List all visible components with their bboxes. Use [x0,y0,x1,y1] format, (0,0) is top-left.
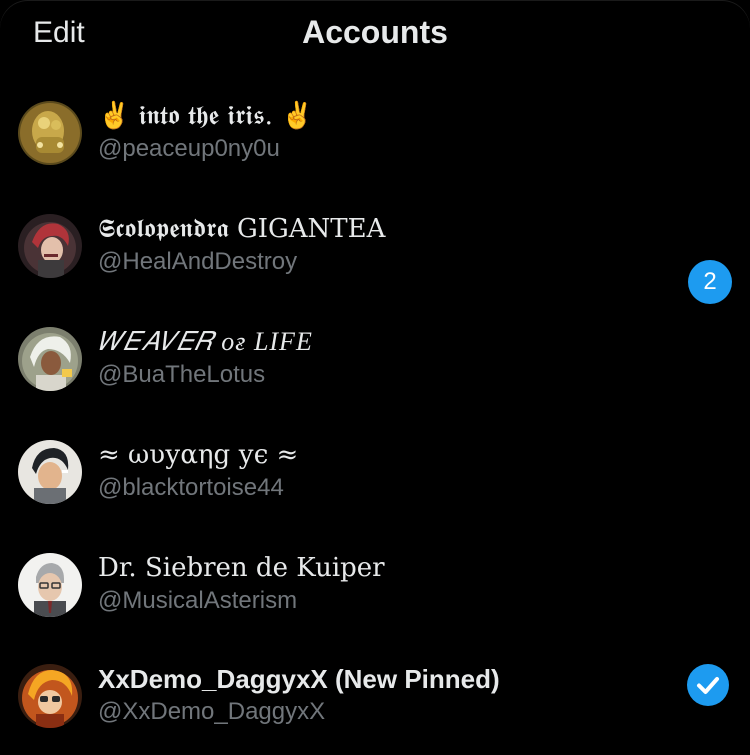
account-handle: @peaceup0ny0u [98,135,280,162]
account-name: 𝑊𝐸𝐴𝑉𝐸𝑅 ᴏғ LIFE [98,327,313,356]
account-handle: @XxDemo_DaggyxX [98,698,326,725]
selected-checkmark-icon [687,664,729,706]
account-row-musicalasterism[interactable]: Dr. Siebren de Kuiper @MusicalAsterism [0,529,750,642]
account-name: ✌️ 𝖎𝖓𝖙𝖔 𝖙𝖍𝖊 𝖎𝖗𝖎𝖘. ✌️ [98,101,314,131]
notification-count-badge: 2 [688,260,732,304]
avatar [18,664,82,728]
account-row-healanddestroy[interactable]: 𝕾𝖈𝖔𝖑𝖔𝖕𝖊𝖓𝖉𝖗𝖆 GIGANTEA @HealAndDestroy [0,190,750,303]
account-row-blacktortoise44[interactable]: ≈ ωυуαηg ує ≈ @blacktortoise44 [0,416,750,529]
page-title: Accounts [302,14,448,50]
sheet-header: Edit Accounts [0,0,750,70]
account-row-peaceup0ny0u[interactable]: ✌️ 𝖎𝖓𝖙𝖔 𝖙𝖍𝖊 𝖎𝖗𝖎𝖘. ✌️ @peaceup0ny0u [0,77,750,190]
account-handle: @blacktortoise44 [98,474,284,501]
account-name: XxDemo_DaggyxX (New Pinned) [98,664,500,694]
account-handle: @MusicalAsterism [98,587,298,614]
account-list: ✌️ 𝖎𝖓𝖙𝖔 𝖙𝖍𝖊 𝖎𝖗𝖎𝖘. ✌️ @peaceup0ny0u 𝕾𝖈𝖔𝖑𝖔… [0,77,750,755]
avatar [18,440,82,504]
account-handle: @BuaTheLotus [98,361,266,388]
account-name: 𝕾𝖈𝖔𝖑𝖔𝖕𝖊𝖓𝖉𝖗𝖆 GIGANTEA [98,214,386,244]
accounts-sheet: Edit Accounts ✌️ 𝖎𝖓𝖙𝖔 𝖙𝖍𝖊 𝖎𝖗𝖎𝖘. ✌️ @peac… [0,0,750,749]
account-name: ≈ ωυуαηg ує ≈ [98,440,299,470]
account-row-xxdemo-daggyxx[interactable]: XxDemo_DaggyxX (New Pinned) @XxDemo_Dagg… [0,642,750,755]
account-name: Dr. Siebren de Kuiper [98,553,385,583]
account-row-buathelotus[interactable]: 𝑊𝐸𝐴𝑉𝐸𝑅 ᴏғ LIFE @BuaTheLotus [0,303,750,416]
avatar [18,553,82,617]
avatar [18,214,82,278]
avatar [18,101,82,165]
account-handle: @HealAndDestroy [98,248,298,275]
avatar [18,327,82,391]
